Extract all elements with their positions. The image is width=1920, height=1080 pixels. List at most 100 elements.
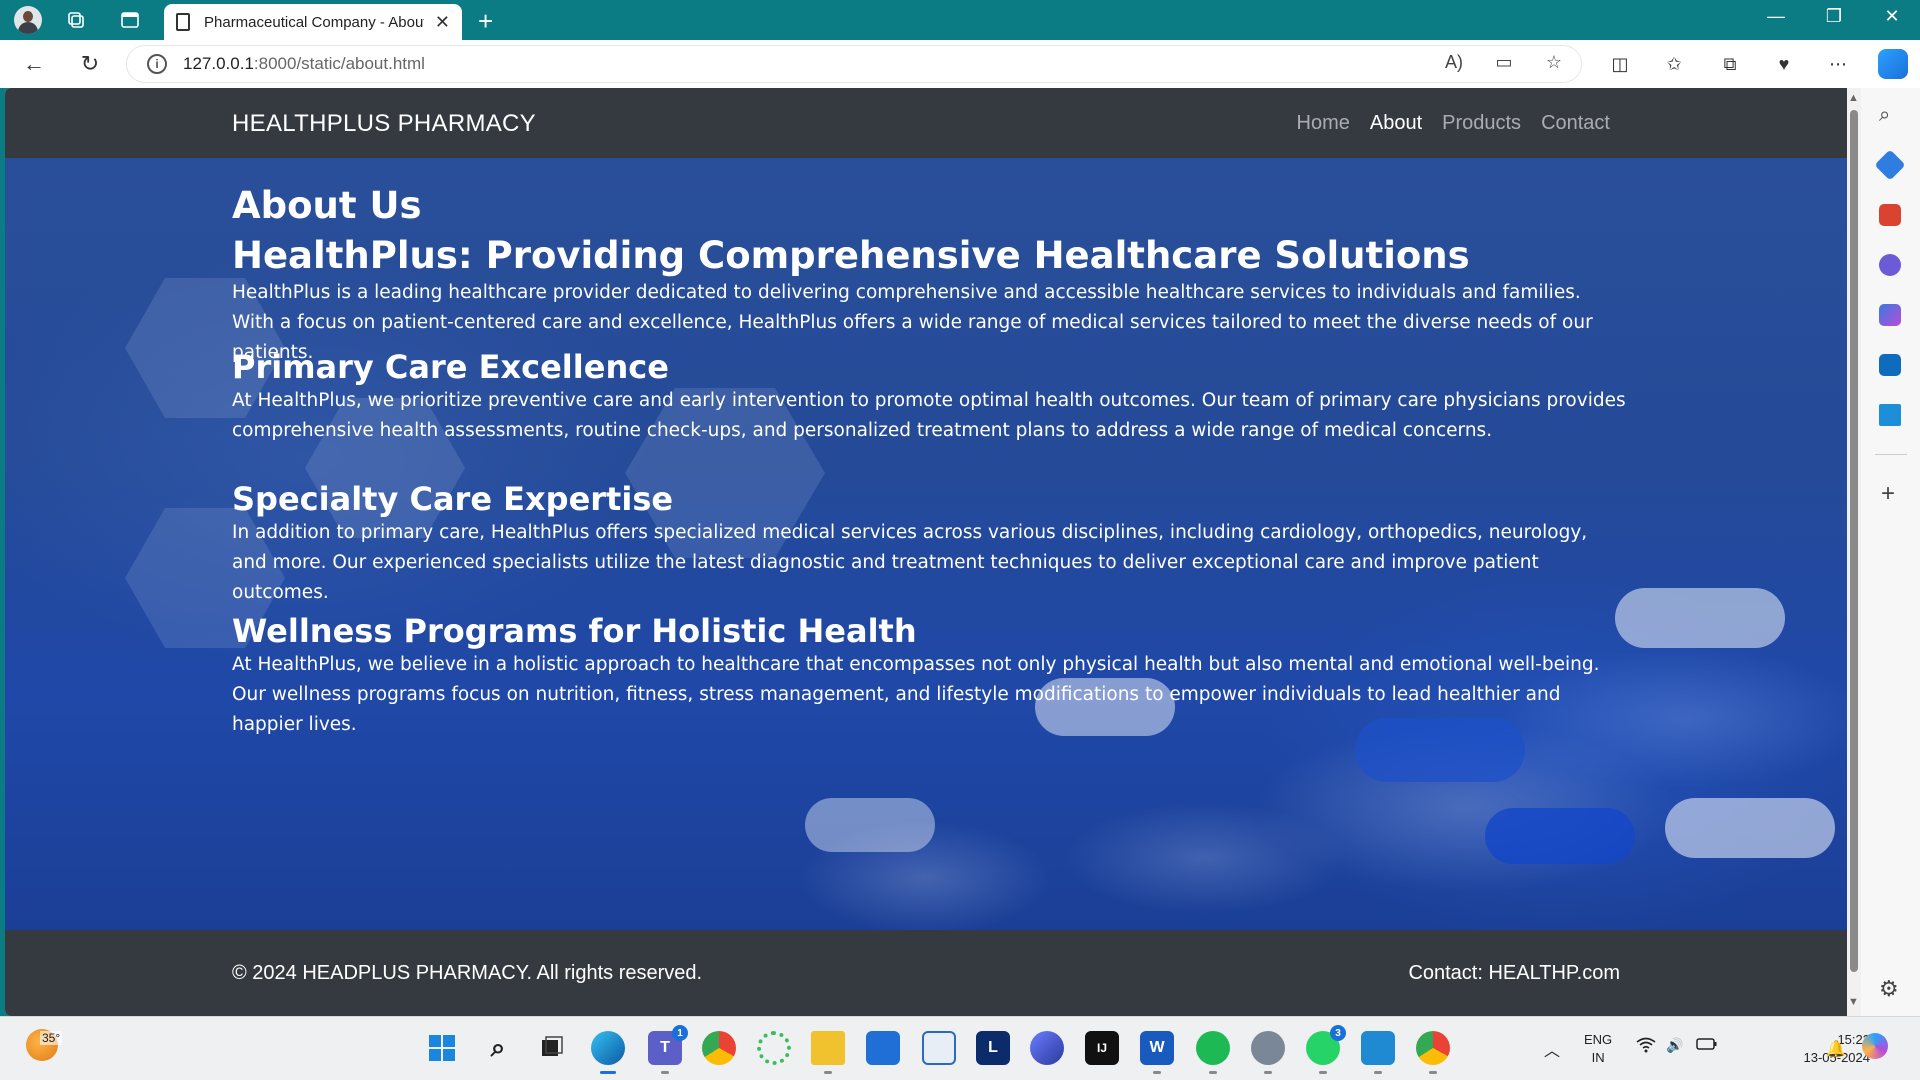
minimize-icon[interactable]: — — [1756, 6, 1796, 27]
nav-contact[interactable]: Contact — [1541, 112, 1610, 135]
chrome-icon[interactable] — [702, 1031, 736, 1065]
section-heading-primary-care: Primary Care Excellence — [232, 348, 669, 386]
section-text-wellness: At HealthPlus, we believe in a holistic … — [232, 654, 1600, 735]
arc-app-icon[interactable] — [1030, 1031, 1064, 1065]
pill-decoration — [1665, 798, 1835, 858]
windows-taskbar: 35° ⌕ T1 L IJ W 3 ︿ ENG IN 🔊 15:23 13-05… — [0, 1016, 1920, 1080]
task-view-icon[interactable] — [535, 1031, 569, 1065]
outlook-icon[interactable] — [1879, 354, 1901, 376]
whatsapp-icon[interactable]: 3 — [1306, 1025, 1346, 1074]
more-menu-icon[interactable]: ⋯ — [1824, 50, 1852, 78]
region-code: IN — [1591, 1050, 1605, 1065]
file-explorer-icon[interactable] — [811, 1031, 845, 1074]
scroll-up-arrow-icon[interactable]: ▲ — [1848, 92, 1859, 104]
vertical-tabs-icon[interactable] — [118, 8, 142, 32]
chrome-profile-icon[interactable] — [1416, 1031, 1450, 1074]
new-tab-icon[interactable]: + — [478, 6, 493, 37]
page-subtitle: HealthPlus: Providing Comprehensive Heal… — [232, 234, 1470, 277]
nav-about[interactable]: About — [1370, 112, 1422, 135]
weather-temperature: 35° — [40, 1031, 63, 1045]
profile-avatar[interactable] — [14, 6, 42, 34]
sidebar-divider — [1875, 454, 1907, 455]
address-bar[interactable]: i 127.0.0.1:8000/static/about.html — [126, 45, 1582, 83]
site-info-icon[interactable]: i — [147, 54, 167, 74]
browser-titlebar: Pharmaceutical Company - About ✕ + — ❐ ✕ — [0, 0, 1920, 40]
language-code: ENG — [1584, 1032, 1613, 1047]
footer-contact[interactable]: Contact: HEALTHP.com — [1408, 962, 1620, 985]
page-title: About Us — [232, 184, 422, 227]
spotify-icon[interactable] — [1196, 1031, 1230, 1074]
pill-decoration — [805, 798, 935, 852]
nav-home[interactable]: Home — [1297, 112, 1350, 135]
add-sidebar-app-icon[interactable]: + — [1881, 480, 1895, 508]
language-indicator[interactable]: ENG IN — [1584, 1031, 1612, 1067]
word-icon[interactable]: W — [1140, 1031, 1174, 1074]
battery-icon[interactable] — [1696, 1037, 1718, 1054]
notification-bell-icon[interactable]: 🔔 — [1826, 1039, 1846, 1059]
teams-icon[interactable]: T1 — [648, 1025, 688, 1074]
restore-icon[interactable]: ❐ — [1814, 6, 1854, 27]
scrollbar-thumb[interactable] — [1850, 110, 1858, 972]
sidebar-search-icon[interactable]: ⌕ — [1879, 104, 1901, 126]
copilot-taskbar-icon[interactable] — [1862, 1033, 1888, 1059]
url-path: :8000/static/about.html — [253, 54, 425, 73]
close-tab-icon[interactable]: ✕ — [435, 12, 450, 33]
active-tab[interactable]: Pharmaceutical Company - About ✕ — [164, 4, 462, 40]
taskbar-search-icon[interactable]: ⌕ — [481, 1031, 515, 1065]
browser-essentials-icon[interactable]: ♥ — [1770, 50, 1798, 78]
page-viewport: HEALTHPLUS PHARMACY Home About Products … — [5, 88, 1847, 1016]
site-brand[interactable]: HEALTHPLUS PHARMACY — [232, 110, 536, 138]
close-window-icon[interactable]: ✕ — [1872, 6, 1912, 27]
l-app-icon[interactable]: L — [976, 1031, 1010, 1065]
favorites-icon[interactable]: ✩ — [1660, 50, 1688, 78]
page-icon — [176, 13, 190, 31]
page-scrollbar[interactable]: ▲ ▼ — [1847, 88, 1861, 1016]
games-icon[interactable] — [1879, 254, 1901, 276]
hero-background: About Us HealthPlus: Providing Comprehen… — [5, 158, 1847, 930]
wifi-icon[interactable] — [1636, 1037, 1656, 1056]
shopping-tag-icon[interactable] — [1874, 149, 1906, 181]
site-menu: Home About Products Contact — [1297, 112, 1611, 135]
footer-copyright: © 2024 HEADPLUS PHARMACY. All rights res… — [232, 962, 703, 984]
vscode-icon[interactable] — [1361, 1031, 1395, 1074]
volume-icon[interactable]: 🔊 — [1666, 1037, 1683, 1054]
settings-icon[interactable] — [1251, 1031, 1285, 1074]
start-windows-icon[interactable] — [425, 1031, 459, 1065]
sidebar-settings-icon[interactable]: ⚙ — [1879, 976, 1899, 1002]
favorite-star-icon[interactable]: ☆ — [1540, 48, 1568, 76]
edge-sidebar: ⌕ + ⚙ — [1861, 88, 1920, 1016]
workspaces-icon[interactable] — [64, 8, 88, 32]
intellij-icon[interactable]: IJ — [1085, 1031, 1119, 1065]
l-app-label: L — [988, 1039, 998, 1056]
section-text-primary-care: At HealthPlus, we prioritize preventive … — [232, 390, 1626, 441]
section-text-specialty-care: In addition to primary care, HealthPlus … — [232, 522, 1588, 603]
microsoft365-icon[interactable] — [1879, 304, 1901, 326]
copilot-icon[interactable] — [1878, 49, 1908, 79]
word-label: W — [1149, 1039, 1165, 1056]
show-hidden-icons-chevron-icon[interactable]: ︿ — [1544, 1037, 1560, 1061]
back-icon[interactable]: ← — [20, 50, 48, 78]
browser-toolbar: ← ↻ i 127.0.0.1:8000/static/about.html A… — [0, 40, 1920, 88]
pill-decoration — [1485, 808, 1635, 864]
nav-products[interactable]: Products — [1442, 112, 1521, 135]
url-host: 127.0.0.1 — [183, 54, 254, 73]
green-ring-app-icon[interactable] — [757, 1031, 791, 1065]
pill-decoration — [1615, 588, 1785, 648]
split-screen-icon[interactable]: ◫ — [1606, 50, 1634, 78]
immersive-reader-icon[interactable]: ▭ — [1490, 48, 1518, 76]
window-app-icon[interactable] — [922, 1031, 956, 1065]
edge-browser-icon[interactable] — [591, 1031, 625, 1074]
site-footer: © 2024 HEADPLUS PHARMACY. All rights res… — [5, 930, 1847, 1016]
refresh-icon[interactable]: ↻ — [76, 50, 104, 78]
section-heading-specialty-care: Specialty Care Expertise — [232, 480, 674, 518]
collections-icon[interactable]: ⧉ — [1716, 50, 1744, 78]
scroll-down-arrow-icon[interactable]: ▼ — [1848, 996, 1859, 1008]
send-icon[interactable] — [1879, 404, 1901, 426]
intellij-label: IJ — [1096, 1041, 1107, 1055]
tab-title: Pharmaceutical Company - About — [204, 13, 424, 31]
microsoft-store-icon[interactable] — [866, 1031, 900, 1065]
whatsapp-badge: 3 — [1330, 1025, 1346, 1041]
tools-icon[interactable] — [1879, 204, 1901, 226]
read-aloud-icon[interactable]: A) — [1440, 48, 1468, 76]
site-navbar: HEALTHPLUS PHARMACY Home About Products … — [5, 88, 1847, 158]
